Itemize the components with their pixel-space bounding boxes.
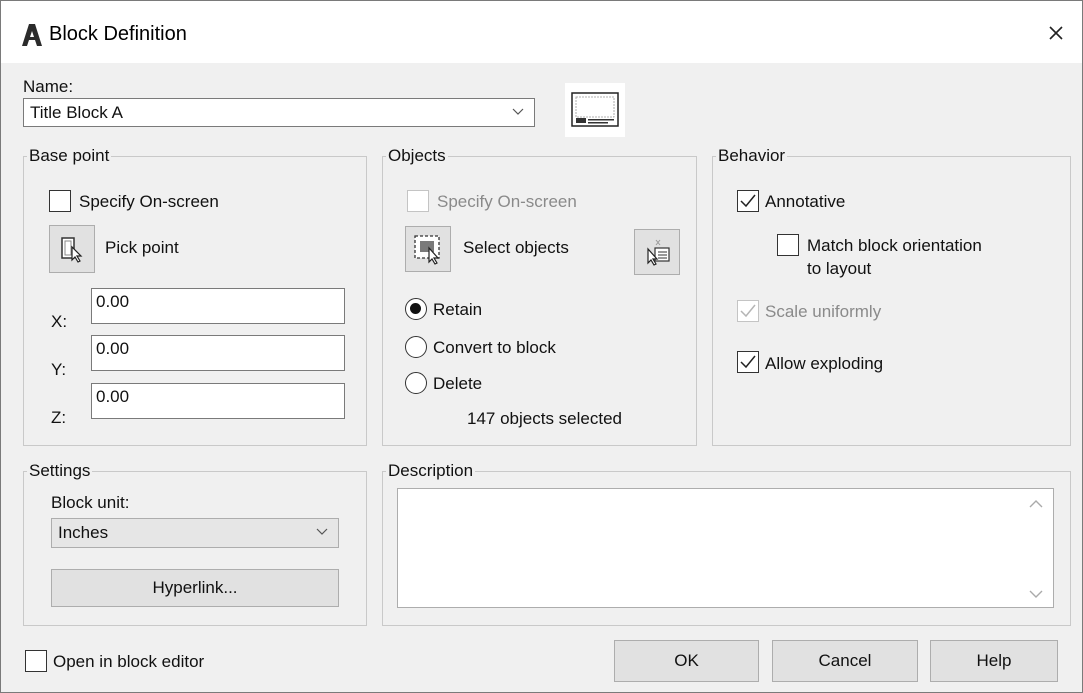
annotative-checkbox[interactable] xyxy=(737,190,759,212)
convert-to-block-radio[interactable] xyxy=(405,336,427,358)
block-preview xyxy=(565,83,625,137)
y-label: Y: xyxy=(51,360,67,379)
retain-radio[interactable] xyxy=(405,298,427,320)
pick-point-icon xyxy=(61,237,83,263)
y-value: 0.00 xyxy=(96,339,130,358)
select-objects-button[interactable] xyxy=(405,226,451,272)
close-button[interactable] xyxy=(1038,15,1074,51)
block-unit-label: Block unit: xyxy=(51,493,130,512)
z-value: 0.00 xyxy=(96,387,130,406)
retain-label: Retain xyxy=(433,300,483,319)
quick-select-button[interactable] xyxy=(634,229,680,275)
checkmark-icon xyxy=(740,194,756,208)
dialog-title: Block Definition xyxy=(49,23,187,45)
chevron-down-icon xyxy=(316,528,328,535)
title-bar: Block Definition xyxy=(1,1,1082,63)
pick-point-button[interactable] xyxy=(49,225,95,273)
scroll-up-icon xyxy=(1029,500,1043,508)
match-orientation-label-2: to layout xyxy=(807,259,872,278)
scale-uniformly-label: Scale uniformly xyxy=(765,302,882,321)
base-point-title: Base point xyxy=(27,146,112,166)
close-icon xyxy=(1049,26,1063,40)
z-input[interactable]: 0.00 xyxy=(91,383,345,419)
y-input[interactable]: 0.00 xyxy=(91,335,345,371)
select-objects-icon xyxy=(414,235,440,265)
select-objects-label: Select objects xyxy=(463,238,569,257)
x-label: X: xyxy=(51,312,68,331)
x-input[interactable]: 0.00 xyxy=(91,288,345,324)
block-preview-icon xyxy=(571,92,619,127)
z-label: Z: xyxy=(51,408,67,427)
annotative-label: Annotative xyxy=(765,192,846,211)
x-value: 0.00 xyxy=(96,292,130,311)
scale-uniformly-checkbox[interactable] xyxy=(737,300,759,322)
hyperlink-label: Hyperlink... xyxy=(152,578,238,597)
help-label: Help xyxy=(976,651,1012,670)
cancel-label: Cancel xyxy=(818,651,872,670)
objects-selected-status: 147 objects selected xyxy=(467,409,622,428)
description-textarea[interactable] xyxy=(397,488,1054,608)
match-orientation-label: Match block orientation xyxy=(807,236,982,255)
ok-button[interactable]: OK xyxy=(614,640,759,682)
objects-specify-onscreen-checkbox[interactable] xyxy=(407,190,429,212)
open-in-block-editor-label: Open in block editor xyxy=(53,652,205,671)
scroll-down-icon xyxy=(1029,590,1043,598)
block-definition-dialog: Block Definition Name: Title Block A Bas… xyxy=(0,0,1083,693)
objects-title: Objects xyxy=(386,146,448,166)
delete-label: Delete xyxy=(433,374,483,393)
radio-selected-dot xyxy=(410,303,421,314)
delete-radio[interactable] xyxy=(405,372,427,394)
cancel-button[interactable]: Cancel xyxy=(772,640,918,682)
hyperlink-button[interactable]: Hyperlink... xyxy=(51,569,339,607)
ok-label: OK xyxy=(674,651,699,670)
checkmark-icon xyxy=(740,355,756,369)
block-unit-value: Inches xyxy=(58,523,109,542)
allow-exploding-checkbox[interactable] xyxy=(737,351,759,373)
help-button[interactable]: Help xyxy=(930,640,1058,682)
match-orientation-checkbox[interactable] xyxy=(777,234,799,256)
open-in-block-editor-checkbox[interactable] xyxy=(25,650,47,672)
base-specify-onscreen-label: Specify On-screen xyxy=(79,192,219,211)
description-scrollbar[interactable] xyxy=(1019,489,1053,607)
block-unit-combobox[interactable]: Inches xyxy=(51,518,339,548)
name-combobox[interactable]: Title Block A xyxy=(23,98,535,127)
name-value: Title Block A xyxy=(30,102,123,122)
autocad-a-icon xyxy=(22,24,42,46)
quick-select-icon xyxy=(647,239,670,266)
pick-point-label: Pick point xyxy=(105,238,179,257)
behavior-title: Behavior xyxy=(716,146,788,166)
description-title: Description xyxy=(386,461,476,481)
chevron-down-icon xyxy=(512,108,524,115)
checkmark-icon xyxy=(740,304,756,318)
convert-to-block-label: Convert to block xyxy=(433,338,556,357)
settings-title: Settings xyxy=(27,461,93,481)
name-label: Name: xyxy=(23,77,74,96)
allow-exploding-label: Allow exploding xyxy=(765,354,884,373)
objects-specify-onscreen-label: Specify On-screen xyxy=(437,192,577,211)
base-specify-onscreen-checkbox[interactable] xyxy=(49,190,71,212)
